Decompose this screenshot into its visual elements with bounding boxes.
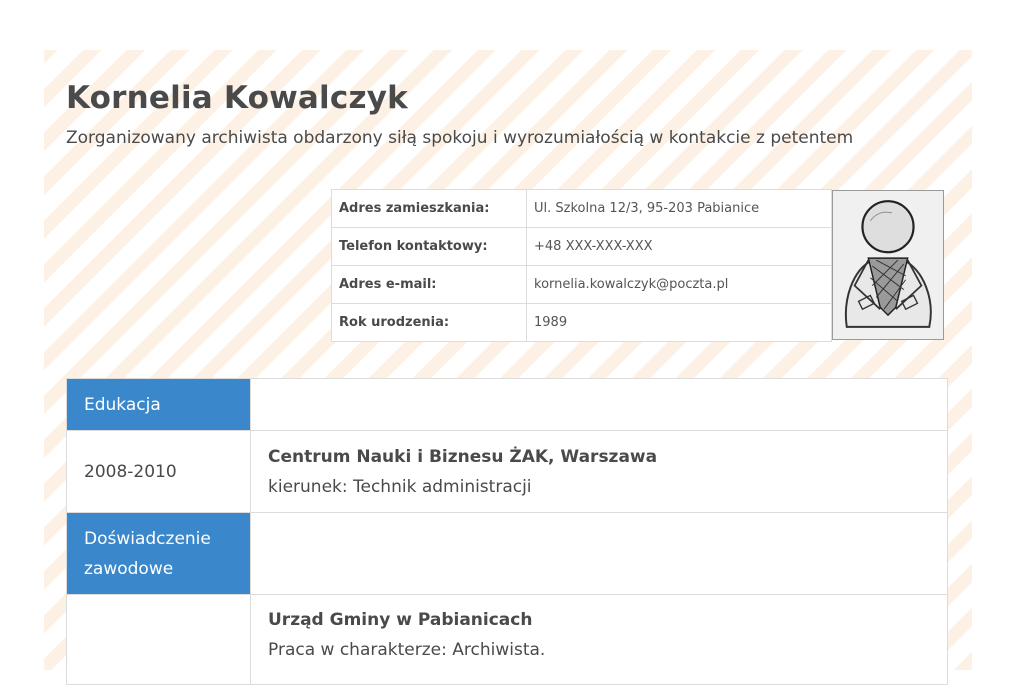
education-heading: Edukacja: [66, 378, 251, 431]
education-entry-row: 2008-2010 Centrum Nauki i Biznesu ŻAK, W…: [66, 430, 948, 513]
education-dates: 2008-2010: [66, 430, 251, 513]
education-entry: Centrum Nauki i Biznesu ŻAK, Warszawa ki…: [250, 430, 948, 513]
info-label: Telefon kontaktowy:: [331, 227, 527, 266]
section-header-row: Doświadczenie zawodowe: [66, 512, 948, 595]
experience-entry-row: Urząd Gminy w Pabianicach Praca w charak…: [66, 594, 948, 685]
info-row: Rok urodzenia: 1989: [331, 303, 832, 342]
experience-role: Praca w charakterze: Archiwista.: [268, 640, 546, 660]
experience-entry: Urząd Gminy w Pabianicach Praca w charak…: [250, 594, 948, 685]
experience-employer: Urząd Gminy w Pabianicach: [268, 610, 533, 630]
info-label: Adres zamieszkania:: [331, 189, 527, 228]
info-value: +48 XXX-XXX-XXX: [526, 227, 832, 266]
info-label: Rok urodzenia:: [331, 303, 527, 342]
education-field: kierunek: Technik administracji: [268, 476, 532, 497]
cv-name: Kornelia Kowalczyk: [66, 80, 408, 116]
person-sketch-photo: [832, 190, 944, 340]
experience-heading-line1: Doświadczenie: [84, 528, 211, 549]
info-label: Adres e-mail:: [331, 265, 527, 304]
info-value: 1989: [526, 303, 832, 342]
info-value: Ul. Szkolna 12/3, 95-203 Pabianice: [526, 189, 832, 228]
section-header-filler: [250, 378, 948, 431]
info-row: Adres e-mail: kornelia.kowalczyk@poczta.…: [331, 265, 832, 304]
experience-heading-line2: zawodowe: [84, 558, 174, 579]
info-row: Adres zamieszkania: Ul. Szkolna 12/3, 95…: [331, 189, 832, 228]
section-header-row: Edukacja: [66, 378, 948, 431]
info-value: kornelia.kowalczyk@poczta.pl: [526, 265, 832, 304]
cv-sections-table: Edukacja 2008-2010 Centrum Nauki i Bizne…: [66, 378, 948, 685]
personal-info-table: Adres zamieszkania: Ul. Szkolna 12/3, 95…: [331, 189, 832, 342]
info-row: Telefon kontaktowy: +48 XXX-XXX-XXX: [331, 227, 832, 266]
cv-page: Kornelia Kowalczyk Zorganizowany archiwi…: [44, 50, 972, 685]
experience-dates: [66, 594, 251, 685]
education-school: Centrum Nauki i Biznesu ŻAK, Warszawa: [268, 446, 658, 467]
section-header-filler: [250, 512, 948, 595]
experience-heading: Doświadczenie zawodowe: [66, 512, 251, 595]
cv-tagline: Zorganizowany archiwista obdarzony siłą …: [66, 128, 854, 148]
